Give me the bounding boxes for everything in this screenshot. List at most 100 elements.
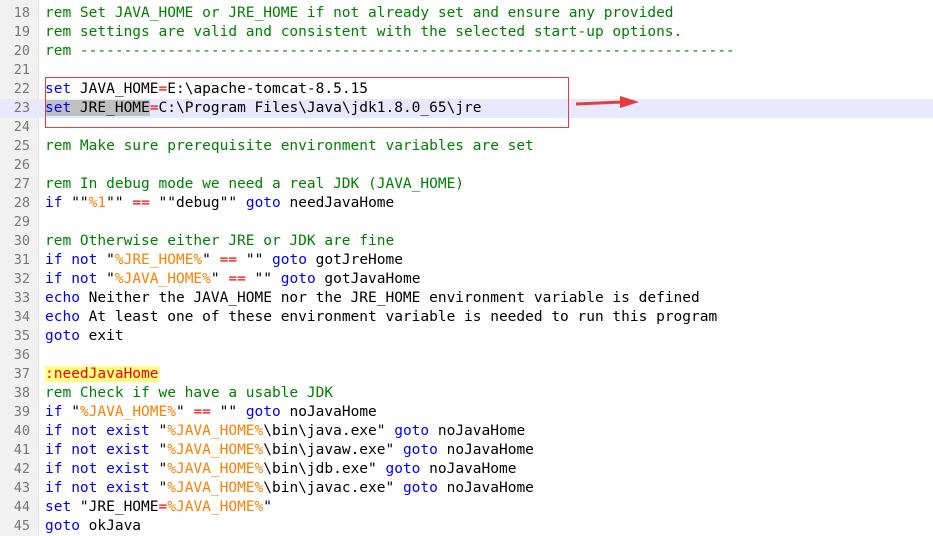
code-line[interactable]: 31 if not "%JRE_HOME%" == "" goto gotJreH… bbox=[0, 251, 933, 270]
code-token-text: gotJreHome bbox=[306, 252, 403, 268]
code-line[interactable]: 26 bbox=[0, 156, 933, 175]
code-token-keyword: goto bbox=[45, 328, 80, 344]
code-line[interactable]: 23 set JRE_HOME=C:\Program Files\Java\jdk… bbox=[0, 99, 933, 118]
code-token-keyword: echo bbox=[45, 290, 80, 306]
code-token-label: :needJavaHome bbox=[45, 366, 159, 382]
code-line[interactable]: 36 bbox=[0, 346, 933, 365]
line-code: if not exist "%JAVA_HOME%\bin\javac.exe"… bbox=[45, 479, 534, 498]
code-token-text: "JRE_HOME bbox=[71, 499, 159, 515]
code-token-text: exit bbox=[79, 328, 124, 344]
code-lines[interactable]: 18 rem Set JAVA_HOME or JRE_HOME if not a… bbox=[0, 4, 933, 536]
code-line[interactable]: 29 bbox=[0, 213, 933, 232]
code-line[interactable]: 18 rem Set JAVA_HOME or JRE_HOME if not a… bbox=[0, 4, 933, 23]
code-line[interactable]: 35 goto exit bbox=[0, 327, 933, 346]
code-line[interactable]: 33 echo Neither the JAVA_HOME nor the JRE… bbox=[0, 289, 933, 308]
code-line[interactable]: 40 if not exist "%JAVA_HOME%\bin\java.exe… bbox=[0, 422, 933, 441]
line-number: 31 bbox=[13, 252, 30, 268]
line-number: 22 bbox=[13, 81, 30, 97]
line-number: 18 bbox=[13, 5, 30, 21]
line-number: 40 bbox=[13, 423, 30, 439]
code-token-text: "" bbox=[245, 271, 281, 287]
code-token-keyword: if bbox=[45, 195, 63, 211]
code-token-keyword: set bbox=[45, 499, 72, 515]
code-line[interactable]: 30 rem Otherwise either JRE or JDK are fi… bbox=[0, 232, 933, 251]
line-code: echo Neither the JAVA_HOME nor the JRE_H… bbox=[45, 289, 700, 308]
code-line[interactable]: 19 rem settings are valid and consistent … bbox=[0, 23, 933, 42]
code-token-text: " bbox=[263, 499, 273, 515]
line-number: 35 bbox=[13, 328, 30, 344]
code-token-keyword: if bbox=[45, 404, 63, 420]
code-token-keyword: goto bbox=[272, 252, 307, 268]
code-line[interactable]: 22 set JAVA_HOME=E:\apache-tomcat-8.5.15 bbox=[0, 80, 933, 99]
line-number: 33 bbox=[13, 290, 30, 306]
line-code: rem In debug mode we need a real JDK (JA… bbox=[45, 175, 464, 194]
code-token-comment: rem Make sure prerequisite environment v… bbox=[45, 138, 534, 154]
code-token-text: At least one of these environment variab… bbox=[79, 309, 718, 325]
code-token-variable: %1 bbox=[88, 195, 107, 211]
code-token-keyword: if not exist bbox=[45, 442, 150, 458]
line-number: 25 bbox=[13, 138, 30, 154]
code-line[interactable]: 24 bbox=[0, 118, 933, 137]
code-token-text: " bbox=[97, 252, 115, 268]
code-token-variable: %JAVA_HOME% bbox=[167, 442, 264, 458]
line-code: rem Make sure prerequisite environment v… bbox=[45, 137, 534, 156]
line-number: 44 bbox=[13, 499, 30, 515]
code-token-text: needJavaHome bbox=[280, 195, 395, 211]
code-line[interactable]: 45 goto okJava bbox=[0, 517, 933, 536]
line-number: 42 bbox=[13, 461, 30, 477]
code-token-text: " bbox=[175, 404, 194, 420]
code-token-text: \bin\java.exe" bbox=[263, 423, 395, 439]
line-code: set JRE_HOME=C:\Program Files\Java\jdk1.… bbox=[45, 99, 482, 118]
code-editor[interactable]: 18 rem Set JAVA_HOME or JRE_HOME if not a… bbox=[0, 0, 933, 536]
line-code: goto exit bbox=[45, 327, 124, 346]
code-token-text: " bbox=[149, 423, 168, 439]
code-token-text: noJavaHome bbox=[429, 423, 526, 439]
line-number: 32 bbox=[13, 271, 30, 287]
code-token-text: noJavaHome bbox=[437, 480, 534, 496]
code-token-keyword: if not exist bbox=[45, 480, 150, 496]
code-token-keyword: goto bbox=[402, 442, 438, 458]
code-token-keyword: goto bbox=[245, 404, 281, 420]
code-token-comment: rem settings are valid and consistent wi… bbox=[45, 24, 683, 40]
code-line[interactable]: 28 if ""%1"" == ""debug"" goto needJavaHo… bbox=[0, 194, 933, 213]
code-line[interactable]: 25 rem Make sure prerequisite environment… bbox=[0, 137, 933, 156]
line-code: set JAVA_HOME=E:\apache-tomcat-8.5.15 bbox=[45, 80, 368, 99]
code-line[interactable]: 27 rem In debug mode we need a real JDK (… bbox=[0, 175, 933, 194]
line-code: if ""%1"" == ""debug"" goto needJavaHome bbox=[45, 194, 394, 213]
line-number: 36 bbox=[13, 347, 30, 363]
code-line[interactable]: 21 bbox=[0, 61, 933, 80]
line-code: if not exist "%JAVA_HOME%\bin\jdb.exe" g… bbox=[45, 460, 516, 479]
code-token-variable: %JAVA_HOME% bbox=[167, 499, 264, 515]
code-token-variable: %JAVA_HOME% bbox=[167, 461, 264, 477]
line-code: if "%JAVA_HOME%" == "" goto noJavaHome bbox=[45, 403, 377, 422]
line-number: 39 bbox=[13, 404, 30, 420]
line-number: 28 bbox=[13, 195, 30, 211]
code-line[interactable]: 44 set "JRE_HOME=%JAVA_HOME%" bbox=[0, 498, 933, 517]
code-line[interactable]: 34 echo At least one of these environment… bbox=[0, 308, 933, 327]
code-line[interactable]: 38 rem Check if we have a usable JDK bbox=[0, 384, 933, 403]
code-line[interactable]: 37:needJavaHome bbox=[0, 365, 933, 384]
code-token-variable: %JAVA_HOME% bbox=[114, 271, 211, 287]
line-code: rem Check if we have a usable JDK bbox=[45, 384, 333, 403]
code-line[interactable]: 32 if not "%JAVA_HOME%" == "" goto gotJav… bbox=[0, 270, 933, 289]
code-token-text: " bbox=[210, 271, 229, 287]
code-token-keyword: goto bbox=[280, 271, 316, 287]
code-token-text: E:\apache-tomcat-8.5.15 bbox=[167, 81, 369, 97]
code-token-keyword: if not exist bbox=[45, 423, 150, 439]
line-number: 21 bbox=[13, 62, 30, 78]
code-token-text: \bin\jdb.exe" bbox=[263, 461, 386, 477]
code-token-text: "" bbox=[237, 252, 273, 268]
code-token-text: Neither the JAVA_HOME nor the JRE_HOME e… bbox=[79, 290, 700, 306]
code-token-text: " bbox=[97, 271, 115, 287]
code-token-comment: rem Set JAVA_HOME or JRE_HOME if not alr… bbox=[45, 5, 674, 21]
code-line[interactable]: 42 if not exist "%JAVA_HOME%\bin\jdb.exe"… bbox=[0, 460, 933, 479]
code-line[interactable]: 39 if "%JAVA_HOME%" == "" goto noJavaHome bbox=[0, 403, 933, 422]
code-token-variable: %JAVA_HOME% bbox=[167, 480, 264, 496]
line-number: 23 bbox=[13, 100, 30, 116]
code-line[interactable]: 20 rem ----------------------------------… bbox=[0, 42, 933, 61]
code-token-comment: rem Otherwise either JRE or JDK are fine bbox=[45, 233, 395, 249]
code-line[interactable]: 43 if not exist "%JAVA_HOME%\bin\javac.ex… bbox=[0, 479, 933, 498]
code-line[interactable]: 41 if not exist "%JAVA_HOME%\bin\javaw.ex… bbox=[0, 441, 933, 460]
code-token-variable: %JRE_HOME% bbox=[114, 252, 203, 268]
code-token-keyword: echo bbox=[45, 309, 80, 325]
